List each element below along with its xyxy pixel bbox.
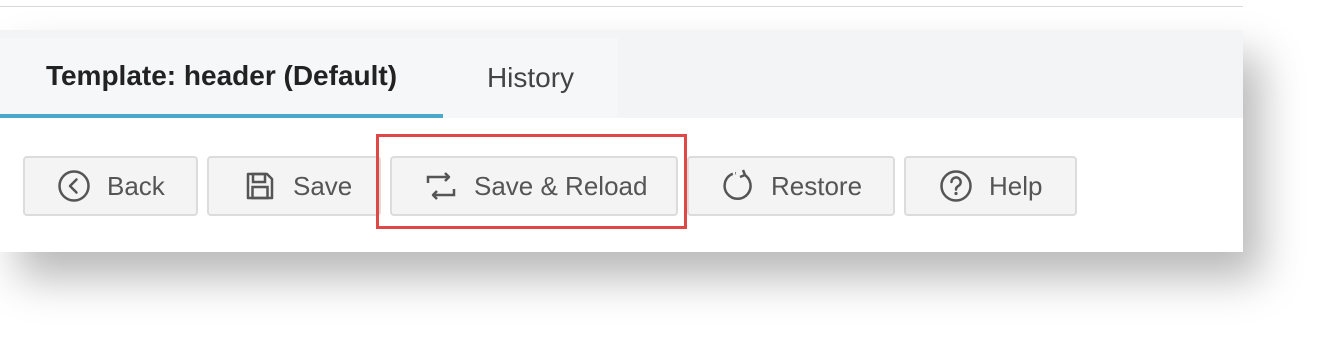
back-button-label: Back (107, 170, 165, 201)
back-button[interactable]: Back (23, 156, 198, 216)
help-button-label: Help (989, 170, 1043, 201)
screenshot-stage: Template: header (Default) History Back (0, 0, 1343, 353)
question-circle-icon (939, 169, 973, 203)
reload-arrows-icon (424, 169, 458, 203)
floppy-disk-icon (243, 169, 277, 203)
top-divider (0, 6, 1243, 7)
help-button[interactable]: Help (904, 156, 1077, 216)
save-and-reload-button[interactable]: Save & Reload (390, 156, 678, 216)
save-button-label: Save (293, 170, 353, 201)
tab-bar-filler (618, 38, 1243, 118)
tab-template-header[interactable]: Template: header (Default) (0, 38, 443, 118)
template-editor-panel: Template: header (Default) History Back (0, 30, 1243, 252)
restore-button-label: Restore (771, 170, 863, 201)
tab-bar: Template: header (Default) History (0, 30, 1243, 118)
save-and-reload-button-label: Save & Reload (474, 170, 648, 201)
tab-history-label: History (486, 62, 575, 93)
tab-history[interactable]: History (443, 38, 618, 118)
chevron-left-circle-icon (57, 169, 91, 203)
save-button[interactable]: Save (207, 156, 381, 216)
tab-template-header-label: Template: header (Default) (45, 60, 398, 91)
restore-arrow-icon (721, 169, 755, 203)
restore-button[interactable]: Restore (687, 156, 895, 216)
